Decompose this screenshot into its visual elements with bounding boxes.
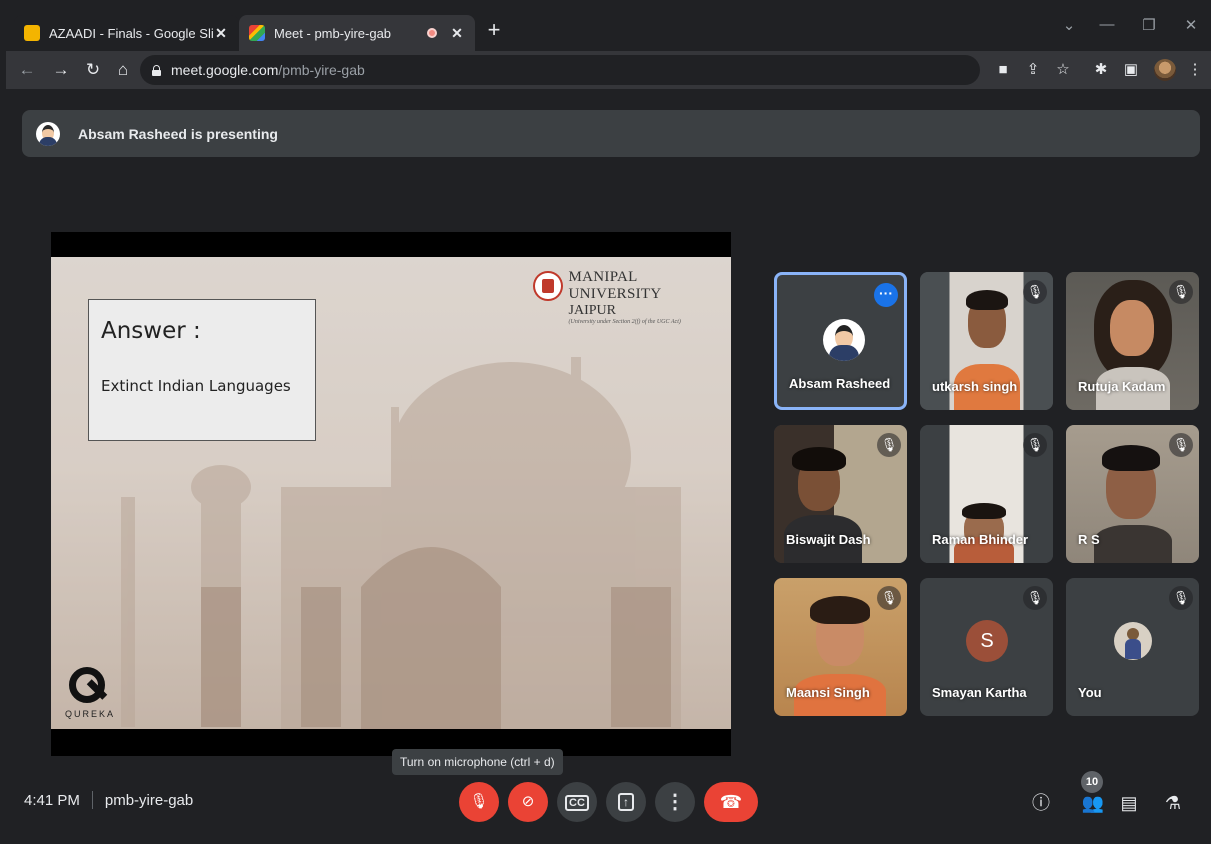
mic-off-icon: 🎙 <box>1023 280 1047 304</box>
tab-title: AZAADI - Finals - Google Slides <box>49 25 213 41</box>
participant-tile[interactable]: S 🎙 Smayan Kartha <box>920 578 1053 716</box>
qureka-mark-icon <box>69 667 105 703</box>
more-options-icon[interactable]: ··· <box>874 283 898 307</box>
participant-tile[interactable]: 🎙 You <box>1066 578 1199 716</box>
mic-off-icon: 🎙 <box>877 433 901 457</box>
bookmark-star-icon[interactable]: ☆ <box>1052 60 1074 80</box>
answer-box: Answer : Extinct Indian Languages <box>88 299 316 441</box>
back-icon[interactable]: ← <box>16 59 38 81</box>
camera-in-use-icon[interactable]: ■ <box>992 60 1014 80</box>
mic-off-icon: 🎙 <box>469 793 489 810</box>
mic-off-icon: 🎙 <box>877 586 901 610</box>
tab-strip: AZAADI - Finals - Google Slides ✕ Meet -… <box>6 6 1211 51</box>
meeting-info: 4:41 PM pmb-yire-gab <box>24 791 193 809</box>
participant-name: Rutuja Kadam <box>1078 379 1166 394</box>
participant-tile[interactable]: 🎙 utkarsh singh <box>920 272 1053 410</box>
hang-up-icon: ☎ <box>719 792 743 812</box>
people-icon[interactable]: 👥 <box>1080 790 1106 816</box>
qureka-logo: QUREKA <box>65 667 115 719</box>
meeting-code: pmb-yire-gab <box>104 791 194 809</box>
microphone-tooltip: Turn on microphone (ctrl + d) <box>392 749 563 775</box>
activities-icon[interactable]: ⚗ <box>1160 790 1186 816</box>
mic-off-icon: 🎙 <box>1023 433 1047 457</box>
url-path: /pmb-yire-gab <box>278 62 365 78</box>
avatar: S <box>966 620 1008 662</box>
url-host: meet.google.com <box>171 62 279 78</box>
presenting-text: Absam Rasheed is presenting <box>78 125 278 142</box>
close-window-icon[interactable]: ✕ <box>1176 16 1206 34</box>
share-icon[interactable]: ⇪ <box>1022 60 1044 80</box>
meet-favicon-icon <box>249 25 265 41</box>
slides-favicon-icon <box>24 25 40 41</box>
university-name: MANIPAL UNIVERSITY <box>568 269 662 302</box>
more-options-button[interactable]: ⋮ <box>655 782 695 822</box>
university-emblem-icon <box>533 271 563 301</box>
participant-tile[interactable]: 🎙 Raman Bhinder <box>920 425 1053 563</box>
participant-name: R S <box>1078 532 1100 547</box>
qureka-wordmark: QUREKA <box>65 709 116 719</box>
participant-name: You <box>1078 685 1102 700</box>
participant-name: Biswajit Dash <box>786 532 871 547</box>
participant-name: utkarsh singh <box>932 379 1018 394</box>
presenting-banner: Absam Rasheed is presenting <box>22 110 1200 157</box>
leave-call-button[interactable]: ☎ <box>704 782 758 822</box>
meeting-details-icon[interactable]: ⓘ <box>1028 790 1054 816</box>
present-now-button[interactable]: ↑ <box>606 782 646 822</box>
browser-window: AZAADI - Finals - Google Slides ✕ Meet -… <box>6 6 1211 844</box>
camera-toggle-button[interactable]: ⊘ <box>508 782 548 822</box>
lock-icon <box>152 64 161 76</box>
divider <box>91 791 93 809</box>
participant-tile[interactable]: 🎙 Rutuja Kadam <box>1066 272 1199 410</box>
captions-button[interactable]: CC <box>557 782 597 822</box>
browser-toolbar: ← → ↻ ⌂ meet.google.com/pmb-yire-gab ■ ⇪… <box>6 51 1211 89</box>
slide: Answer : Extinct Indian Languages MANIPA… <box>51 257 731 729</box>
university-subtitle: (University under Section 2(f) of the UG… <box>568 319 681 325</box>
browser-menu-icon[interactable]: ⋮ <box>1184 60 1206 80</box>
side-panel-icon[interactable]: ▣ <box>1120 60 1142 80</box>
chat-icon[interactable]: ▤ <box>1116 790 1142 816</box>
camera-off-icon: ⊘ <box>521 793 535 810</box>
microphone-toggle-button[interactable]: 🎙 <box>459 782 499 822</box>
tab-google-slides[interactable]: AZAADI - Finals - Google Slides ✕ <box>14 15 239 51</box>
participant-tile[interactable]: 🎙 Maansi Singh <box>774 578 907 716</box>
forward-icon[interactable]: → <box>50 59 72 81</box>
recording-indicator-icon <box>427 28 437 38</box>
more-vert-icon: ⋮ <box>665 791 685 813</box>
participant-name: Maansi Singh <box>786 685 870 700</box>
participant-name: Raman Bhinder <box>932 532 1029 547</box>
minimize-icon[interactable]: — <box>1092 16 1122 33</box>
meeting-time: 4:41 PM <box>24 791 80 809</box>
presenter-avatar <box>36 121 60 146</box>
tab-title: Meet - pmb-yire-gab <box>274 25 392 41</box>
answer-title: Answer : <box>101 318 201 344</box>
presentation-view[interactable]: Answer : Extinct Indian Languages MANIPA… <box>51 232 731 756</box>
tab-google-meet[interactable]: Meet - pmb-yire-gab ✕ <box>239 15 475 51</box>
university-logo: MANIPAL UNIVERSITY JAIPUR (University un… <box>533 269 731 325</box>
address-bar[interactable]: meet.google.com/pmb-yire-gab <box>140 55 980 85</box>
home-icon[interactable]: ⌂ <box>112 59 134 81</box>
present-icon: ↑ <box>618 793 634 811</box>
participant-tile[interactable]: 🎙 Biswajit Dash <box>774 425 907 563</box>
mic-off-icon: 🎙 <box>1169 280 1193 304</box>
answer-text: Extinct Indian Languages <box>101 377 291 395</box>
participant-name: Smayan Kartha <box>932 685 1027 700</box>
close-tab-icon[interactable]: ✕ <box>213 25 229 42</box>
profile-avatar[interactable] <box>1154 59 1176 81</box>
participant-tile[interactable]: ··· Absam Rasheed <box>774 272 907 410</box>
reload-icon[interactable]: ↻ <box>82 59 104 81</box>
mic-off-icon: 🎙 <box>1169 586 1193 610</box>
extensions-icon[interactable]: ✱ <box>1090 60 1112 80</box>
avatar <box>823 319 865 361</box>
restore-icon[interactable]: ❐ <box>1134 16 1164 34</box>
university-city: JAIPUR <box>568 303 616 318</box>
participant-tile[interactable]: 🎙 R S <box>1066 425 1199 563</box>
new-tab-button[interactable]: + <box>480 17 508 45</box>
avatar <box>1114 622 1152 660</box>
close-tab-icon[interactable]: ✕ <box>449 25 465 42</box>
captions-icon: CC <box>565 795 589 811</box>
participant-name: Absam Rasheed <box>789 376 891 391</box>
mic-off-icon: 🎙 <box>1023 586 1047 610</box>
tab-search-icon[interactable]: ⌄ <box>1054 16 1084 34</box>
mic-off-icon: 🎙 <box>1169 433 1193 457</box>
